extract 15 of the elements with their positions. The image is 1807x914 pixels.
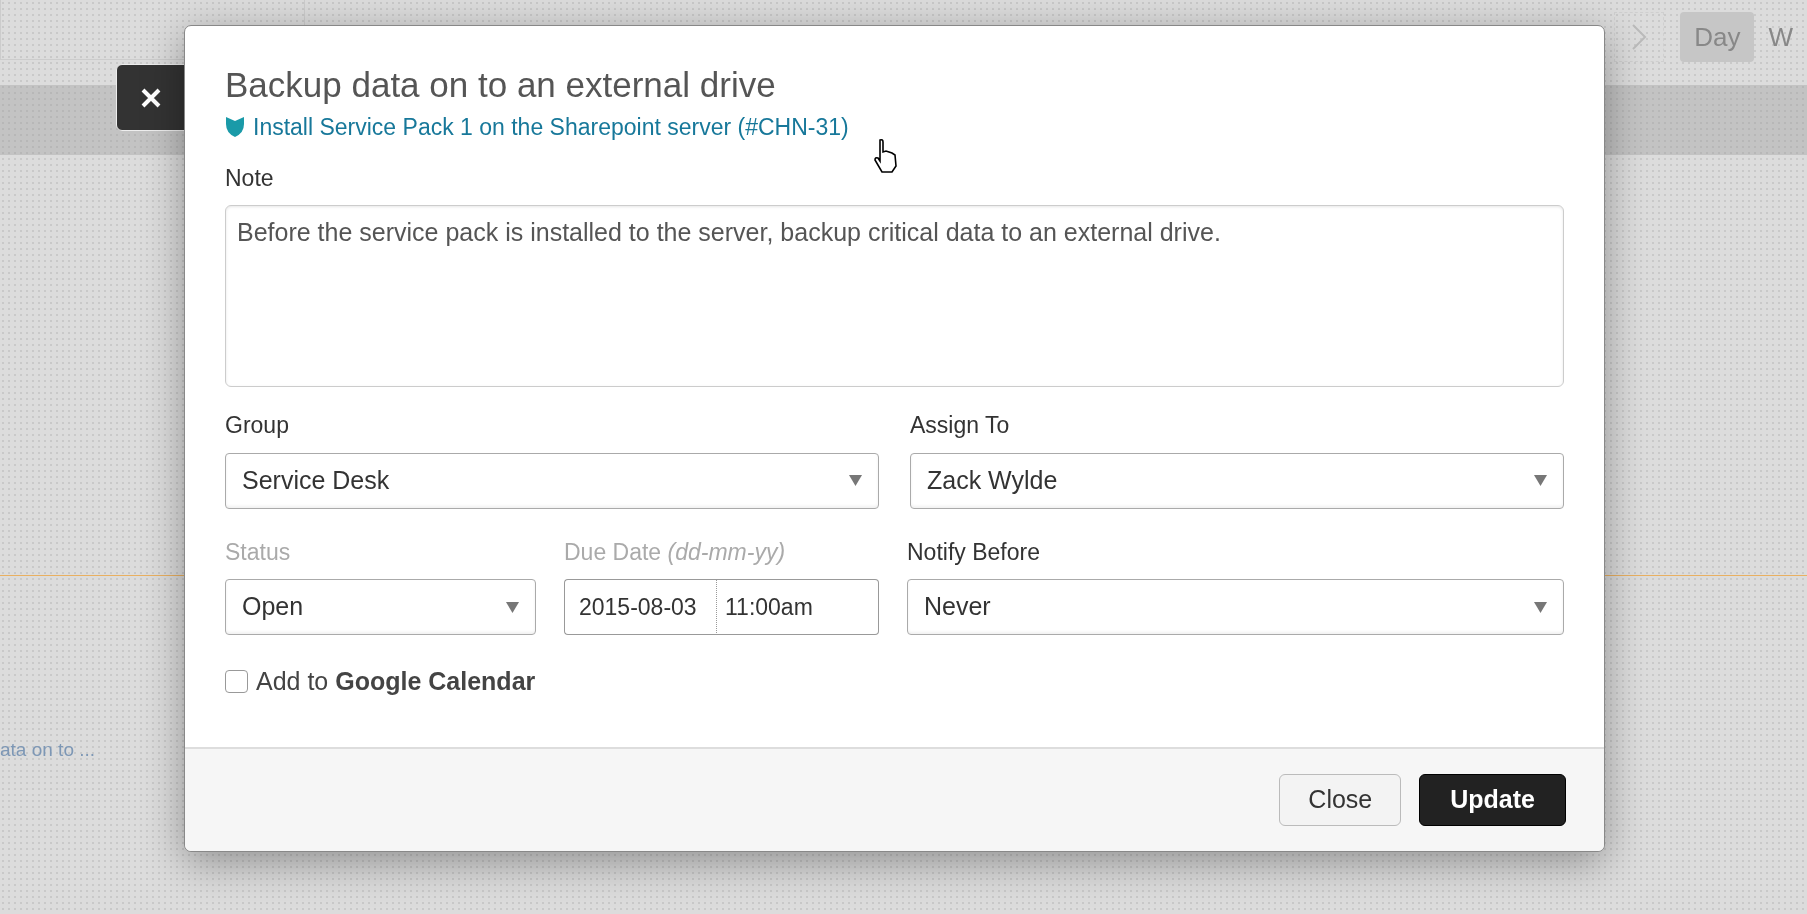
select-field[interactable]: Never [907,579,1564,635]
dialog-title: Backup data on to an external drive [225,64,777,106]
parent-task-link[interactable]: Install Service Pack 1 on the Sharepoint server (#CHN-31) [253,110,849,145]
update-button[interactable]: Update [1419,774,1566,826]
select-field[interactable]: Service Desk [225,452,879,509]
select-field[interactable]: Zack Wylde [910,452,1564,509]
field-label: Notify Before [907,537,1041,567]
field-label: Due Date (dd-mm-yy) [564,537,787,567]
field-label: Status [225,537,292,567]
field-label: Assign To [910,411,1011,440]
field-label: Group [225,411,290,440]
close-button[interactable]: Close [1279,774,1402,826]
checkbox-label: Add to Google Calendar [256,666,536,697]
field-label: Note [225,163,275,193]
note-field[interactable]: Before the service pack is installed to the server, backup critical data to an external drive. [225,205,1564,387]
